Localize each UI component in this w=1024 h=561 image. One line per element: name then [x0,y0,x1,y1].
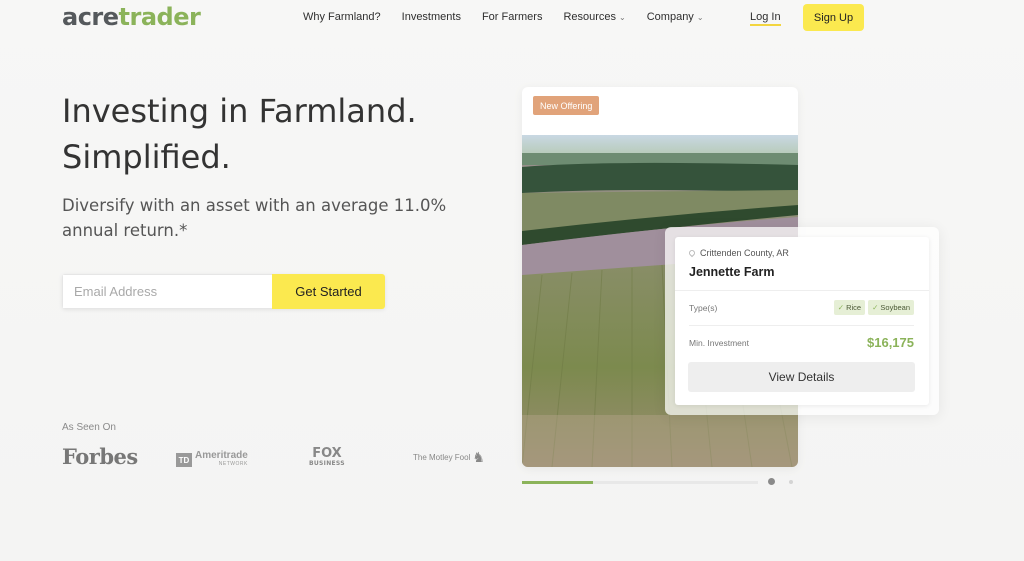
td-ameritrade-text: Ameritrade NETWORK [195,451,248,469]
nav-for-farmers-label: For Farmers [481,11,543,23]
chevron-down-icon: ⌄ [619,12,626,22]
check-icon: ✓ [872,303,879,312]
new-offering-badge: New Offering [533,96,600,115]
signup-form: Get Started [62,274,385,309]
hero-title: Investing in Farmland. Simplified. [62,88,482,180]
jester-icon: ♞ [472,449,485,465]
carousel-progress [522,481,758,484]
fox-business-logo: FOX BUSINESS [309,447,345,469]
types-label: Type(s) [689,303,718,313]
check-icon: ✓ [837,303,845,312]
motley-fool-text: The Motley Fool [413,453,471,462]
crop-tag-soybean: ✓ Soybean [868,300,914,315]
nav-why-farmland-label: Why Farmland? [303,11,381,23]
nav-resources[interactable]: Resources ⌄ [563,11,625,23]
crop-types: ✓ Rice ✓ Soybean [831,300,914,315]
divider [689,325,914,326]
as-seen-on-heading: As Seen On [62,422,116,433]
td-ameritrade-logo: TD Ameritrade NETWORK [176,451,248,469]
divider [675,290,929,291]
nav-company[interactable]: Company ⌄ [647,11,704,23]
carousel-dot[interactable] [789,480,793,484]
fox-line2: BUSINESS [309,460,345,467]
min-investment-label: Min. Investment [689,338,749,348]
hero-subtitle: Diversify with an asset with an average … [62,196,447,240]
farm-details-card: Crittenden County, AR Jennette Farm Type… [675,237,929,405]
td-badge: TD [176,453,192,467]
hero-title-line1: Investing in Farmland. [62,92,417,130]
logo-part-acre: acre [62,3,119,31]
crop-tag-soybean-label: Soybean [880,303,910,312]
carousel-dot-active[interactable] [768,478,775,485]
crop-tag-rice-label: Rice [846,303,862,312]
acretrader-logo[interactable]: acretrader [62,3,201,31]
carousel-progress-fill [522,481,593,484]
nav-for-farmers[interactable]: For Farmers [482,11,543,23]
logo-part-trader: trader [118,3,201,31]
view-details-button[interactable]: View Details [688,362,915,392]
get-started-button[interactable]: Get Started [272,274,385,309]
nav-company-label: Company [646,11,694,23]
nav-investments[interactable]: Investments [402,11,461,23]
motley-fool-logo: The Motley Fool ♞ [413,449,485,465]
nav-investments-label: Investments [401,11,461,23]
farm-name: Jennette Farm [689,265,775,279]
hero-title-line2: Simplified. [62,138,231,176]
email-input[interactable] [62,274,272,309]
farm-location: Crittenden County, AR [687,248,789,258]
main-nav: Why Farmland? Investments For Farmers Re… [303,11,725,23]
nav-resources-label: Resources [563,11,617,23]
forbes-logo: Forbes [62,444,138,469]
td-network: NETWORK [218,461,248,467]
nav-why-farmland[interactable]: Why Farmland? [303,11,381,23]
farm-location-text: Crittenden County, AR [700,248,789,258]
chevron-down-icon: ⌄ [696,12,704,22]
login-link[interactable]: Log In [750,11,781,26]
signup-button[interactable]: Sign Up [803,4,864,31]
crop-tag-rice: ✓ Rice [833,300,866,315]
min-investment-value: $16,175 [867,335,914,350]
location-pin-icon [687,248,697,258]
